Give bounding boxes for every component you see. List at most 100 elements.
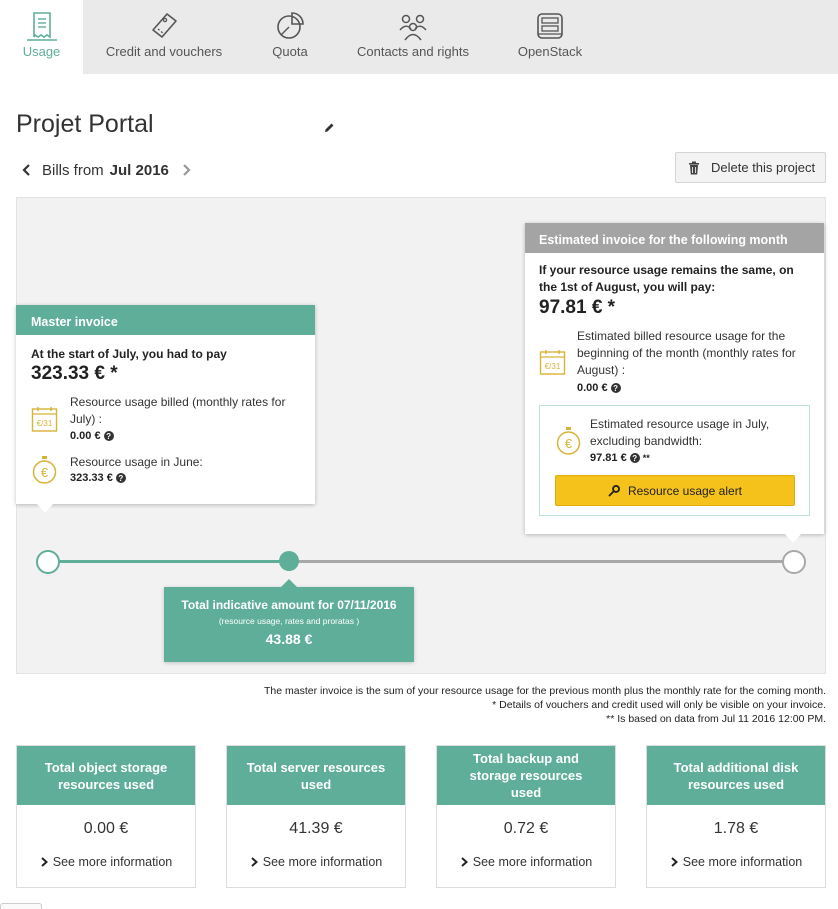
see-more-label: See more information	[262, 855, 383, 869]
timeline-progress	[48, 560, 289, 563]
indicative-total-title: Total indicative amount for 07/11/2016	[181, 598, 397, 612]
receipt-icon	[26, 12, 57, 41]
tab-usage[interactable]: Usage	[0, 0, 83, 74]
delete-project-button[interactable]: Delete this project	[675, 152, 826, 183]
master-usage-value-row: 323.33 € ?	[70, 472, 126, 484]
footnote: ** Is based on data from Jul 11 2016 12:…	[606, 713, 826, 725]
summary-card-object-storage: Total object storage resources used 0.00…	[16, 745, 196, 888]
estimate-amount: 97.81 € *	[539, 297, 616, 318]
resource-usage-alert-button[interactable]: Resource usage alert	[555, 475, 795, 506]
estimate-intro: If your resource usage remains the same,…	[539, 263, 794, 294]
estimate-usage-value-row: 97.81 € ? **	[590, 452, 650, 464]
master-usage-label: Resource usage in June:	[70, 455, 203, 469]
page-title: Projet Portal	[16, 110, 154, 138]
summary-title: Total additional disk resources used	[647, 746, 825, 805]
indicative-total-amount: 43.88 €	[265, 631, 313, 647]
summary-value: 1.78 €	[713, 820, 759, 837]
summary-value: 0.72 €	[503, 820, 549, 837]
bills-navigation: Bills from Jul 2016	[20, 160, 193, 180]
estimated-invoice-header: Estimated invoice for the following mont…	[525, 223, 824, 253]
master-invoice-card: Master invoice At the start of July, you…	[16, 305, 315, 513]
master-invoice-header: Master invoice	[16, 305, 315, 335]
tab-label: OpenStack	[517, 44, 583, 59]
card-pointer	[37, 504, 53, 513]
master-usage-value: 323.33 €	[70, 472, 113, 484]
tab-bar: Usage Credit and vouchers Quota Contacts…	[0, 0, 838, 74]
coin-icon-text: €	[565, 436, 573, 451]
timeline-current-dot[interactable]	[279, 551, 299, 571]
chevron-left-icon[interactable]	[20, 163, 34, 177]
summary-card-additional-disk: Total additional disk resources used 1.7…	[646, 745, 826, 888]
calendar-icon: €/31	[31, 407, 58, 432]
summary-value: 41.39 €	[289, 820, 343, 837]
chevron-right-icon	[671, 857, 678, 867]
indicative-total-subtitle: (resource usage, rates and proratas )	[218, 616, 360, 626]
summary-card-server: Total server resources used 41.39 € See …	[226, 745, 406, 888]
chevron-right-icon	[461, 857, 468, 867]
tab-contacts-rights[interactable]: Contacts and rights	[348, 0, 478, 74]
trash-icon	[689, 161, 699, 174]
bills-month: Jul 2016	[109, 161, 169, 179]
see-more-link[interactable]: See more information	[647, 855, 825, 869]
indicative-total-box: Total indicative amount for 07/11/2016 (…	[164, 579, 414, 662]
master-billed-value: 0.00 €	[70, 430, 101, 442]
footnotes: The master invoice is the sum of your re…	[264, 684, 826, 726]
estimated-usage-box: € Estimated resource usage in July, excl…	[539, 405, 810, 516]
calendar-icon: €/31	[539, 350, 566, 375]
estimated-invoice-card: Estimated invoice for the following mont…	[525, 223, 824, 543]
summary-title: Total backup and storage resources used	[437, 746, 615, 805]
tab-label: Contacts and rights	[356, 44, 469, 59]
help-icon[interactable]: ?	[103, 431, 114, 441]
see-more-label: See more information	[472, 855, 593, 869]
chevron-right-icon	[251, 857, 258, 867]
see-more-link[interactable]: See more information	[227, 855, 405, 869]
delete-project-label: Delete this project	[711, 160, 816, 175]
timeline-end-dot[interactable]	[782, 550, 806, 574]
bills-label: Bills from	[42, 161, 104, 179]
estimate-billed-value: 0.00 €	[577, 382, 608, 394]
chevron-right-icon[interactable]	[179, 163, 193, 177]
bottom-tab-stub[interactable]	[0, 903, 42, 909]
see-more-link[interactable]: See more information	[17, 855, 195, 869]
summary-title: Total object storage resources used	[17, 746, 195, 805]
card-pointer	[785, 534, 801, 543]
pencil-icon[interactable]	[322, 121, 336, 135]
timeline-start-dot[interactable]	[36, 550, 60, 574]
tab-quota[interactable]: Quota	[250, 0, 330, 74]
see-more-link[interactable]: See more information	[437, 855, 615, 869]
summary-card-backup-storage: Total backup and storage resources used …	[436, 745, 616, 888]
calendar-icon-text: €/31	[37, 419, 53, 428]
help-icon[interactable]: ?	[610, 383, 621, 393]
tab-openstack[interactable]: OpenStack	[505, 0, 595, 74]
box-pointer	[281, 579, 297, 587]
chevron-right-icon	[41, 857, 48, 867]
estimate-billed-label: Estimated billed resource usage for the …	[577, 329, 796, 377]
estimate-usage-value: 97.81 €	[590, 452, 627, 464]
help-icon[interactable]: ?	[629, 453, 640, 463]
euro-stopwatch-icon: €	[556, 427, 581, 455]
master-billed-value-row: 0.00 € ?	[70, 430, 114, 442]
coin-icon-text: €	[41, 465, 49, 480]
users-icon	[399, 14, 427, 41]
see-more-label: See more information	[52, 855, 173, 869]
estimate-usage-label: Estimated resource usage in July, exclud…	[590, 417, 770, 448]
help-icon[interactable]: ?	[115, 473, 126, 483]
tab-label: Credit and vouchers	[105, 44, 223, 59]
footnote-marker: **	[642, 453, 650, 463]
alert-button-label: Resource usage alert	[627, 483, 743, 498]
footnote: The master invoice is the sum of your re…	[263, 685, 826, 697]
calendar-icon-text: €/31	[545, 362, 561, 371]
summary-title: Total server resources used	[227, 746, 405, 805]
estimate-billed-value-row: 0.00 € ?	[577, 382, 621, 394]
wrench-icon	[608, 484, 620, 496]
timeline-remaining	[289, 560, 794, 563]
tab-credit-vouchers[interactable]: Credit and vouchers	[95, 0, 233, 74]
master-billed-label: Resource usage billed (monthly rates for…	[70, 395, 286, 426]
euro-stopwatch-icon: €	[32, 456, 57, 484]
openstack-icon	[537, 13, 563, 39]
footnote: * Details of vouchers and credit used wi…	[492, 699, 826, 711]
tab-label: Quota	[272, 44, 308, 59]
master-amount: 323.33 € *	[31, 363, 118, 384]
see-more-label: See more information	[682, 855, 803, 869]
master-intro: At the start of July, you had to pay	[31, 347, 227, 361]
